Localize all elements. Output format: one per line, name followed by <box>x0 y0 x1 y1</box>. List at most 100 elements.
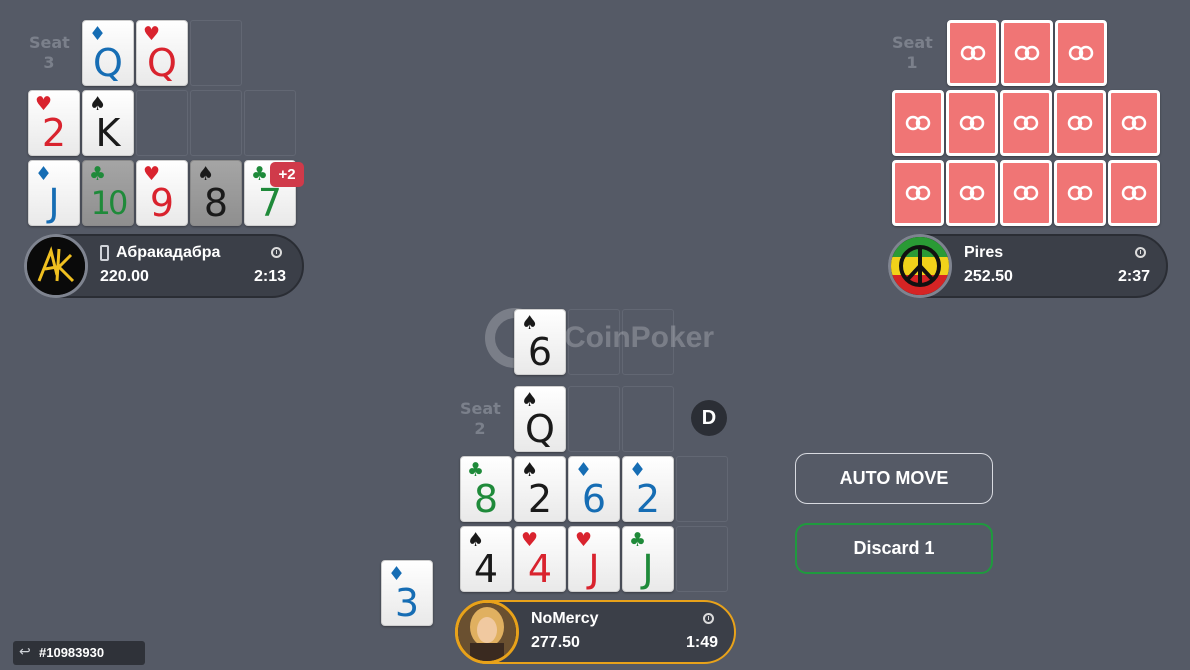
card-rank: Q <box>147 41 177 85</box>
coinpoker-logo-icon <box>1067 115 1093 131</box>
player-pod-seat-1: Pires 252.50 2:37 <box>888 234 1168 298</box>
playing-card: ♦ Q <box>82 20 134 86</box>
card-rank: 6 <box>527 330 553 374</box>
clock-icon <box>1135 247 1146 258</box>
card-back <box>1055 20 1107 86</box>
avatar <box>455 600 519 664</box>
card-back <box>1000 160 1052 226</box>
card-rank: Q <box>525 407 555 451</box>
card-rank: 2 <box>527 477 553 521</box>
empty-slot <box>676 526 728 592</box>
playing-card: ♦ 6 <box>568 456 620 522</box>
playing-card: ♣ J <box>622 526 674 592</box>
playing-card: ♠ 8 <box>190 160 242 226</box>
card-rank: J <box>642 547 654 591</box>
coinpoker-logo-icon <box>959 185 985 201</box>
card-rank: J <box>48 181 60 225</box>
card-back <box>1001 20 1053 86</box>
empty-slot <box>190 90 242 156</box>
playing-card: ♠ 4 <box>460 526 512 592</box>
card-rank: 8 <box>473 477 499 521</box>
playing-card: ♥ 2 <box>28 90 80 156</box>
coinpoker-logo-icon <box>1013 185 1039 201</box>
card-back <box>1054 160 1106 226</box>
card-rank: 2 <box>41 111 67 155</box>
player-timer: 1:49 <box>685 634 718 651</box>
card-back <box>946 90 998 156</box>
hand-id-badge[interactable]: ↩ #10983930 <box>13 641 145 665</box>
avatar <box>888 234 952 298</box>
playing-card: ♦ 2 <box>622 456 674 522</box>
playing-card[interactable]: ♦ 3 <box>381 560 433 626</box>
empty-slot <box>568 386 620 452</box>
card-rank: 8 <box>203 181 229 225</box>
replay-arrow-icon: ↩ <box>19 644 31 660</box>
player-photo-icon <box>458 603 516 661</box>
empty-slot <box>244 90 296 156</box>
player-timer: 2:37 <box>1117 268 1150 285</box>
card-back <box>892 90 944 156</box>
playing-card: ♣ 10 <box>82 160 134 226</box>
card-back <box>1000 90 1052 156</box>
peace-sign-icon <box>891 237 949 295</box>
player-pod-seat-2: NoMercy 277.50 1:49 <box>455 600 736 664</box>
player-stack: 252.50 <box>964 268 1013 285</box>
coinpoker-logo-icon <box>1013 115 1039 131</box>
card-back <box>892 160 944 226</box>
coinpoker-logo-icon <box>960 45 986 61</box>
card-rank: J <box>588 547 600 591</box>
card-rank: Q <box>93 41 123 85</box>
card-rank: 10 <box>90 184 129 222</box>
card-back <box>1108 160 1160 226</box>
plus-two-badge: +2 <box>270 162 304 187</box>
card-back <box>1108 90 1160 156</box>
coinpoker-logo-icon <box>1068 45 1094 61</box>
playing-card: ♠ K <box>82 90 134 156</box>
coinpoker-logo-icon <box>1121 185 1147 201</box>
dealer-button: D <box>691 400 727 436</box>
playing-card: ♥ 9 <box>136 160 188 226</box>
playing-card: ♥ J <box>568 526 620 592</box>
coinpoker-logo-icon <box>905 115 931 131</box>
auto-move-button[interactable]: AUTO MOVE <box>795 453 993 504</box>
player-timer: 2:13 <box>253 268 286 285</box>
playing-card: ♣ 8 <box>460 456 512 522</box>
card-rank: 7 <box>257 181 283 225</box>
ak-logo-icon <box>27 237 85 295</box>
player-pod-seat-3: Абракадабра 220.00 2:13 <box>24 234 304 298</box>
player-name: Pires <box>964 244 1004 261</box>
coinpoker-logo-icon <box>1014 45 1040 61</box>
mobile-phone-icon <box>100 245 109 261</box>
card-back <box>947 20 999 86</box>
empty-slot <box>676 456 728 522</box>
card-rank: 9 <box>149 181 175 225</box>
coinpoker-logo-icon <box>905 185 931 201</box>
card-back <box>946 160 998 226</box>
discard-button[interactable]: Discard 1 <box>795 523 993 574</box>
playing-card: ♠ Q <box>514 386 566 452</box>
card-rank: 2 <box>635 477 661 521</box>
player-name: NoMercy <box>531 610 599 627</box>
card-rank: 6 <box>581 477 607 521</box>
empty-slot <box>136 90 188 156</box>
coinpoker-logo-icon <box>959 115 985 131</box>
player-stack: 220.00 <box>100 268 149 285</box>
seat-2-label: Seat 2 <box>460 399 501 438</box>
playing-card: ♠ 2 <box>514 456 566 522</box>
card-rank: 4 <box>527 547 553 591</box>
playing-card: ♥ 4 <box>514 526 566 592</box>
clock-icon <box>703 613 714 624</box>
playing-card: ♠ 6 <box>514 309 566 375</box>
card-rank: K <box>95 111 121 155</box>
seat-1-label: Seat 1 <box>892 33 933 72</box>
clock-icon <box>271 247 282 258</box>
playing-card: ♦ J <box>28 160 80 226</box>
player-name: Абракадабра <box>116 244 221 261</box>
card-suit: ♣ <box>89 163 107 185</box>
empty-slot <box>622 386 674 452</box>
card-rank: 4 <box>473 547 499 591</box>
card-rank: 3 <box>394 581 420 625</box>
empty-slot <box>190 20 242 86</box>
card-back <box>1054 90 1106 156</box>
playing-card: ♥ Q <box>136 20 188 86</box>
